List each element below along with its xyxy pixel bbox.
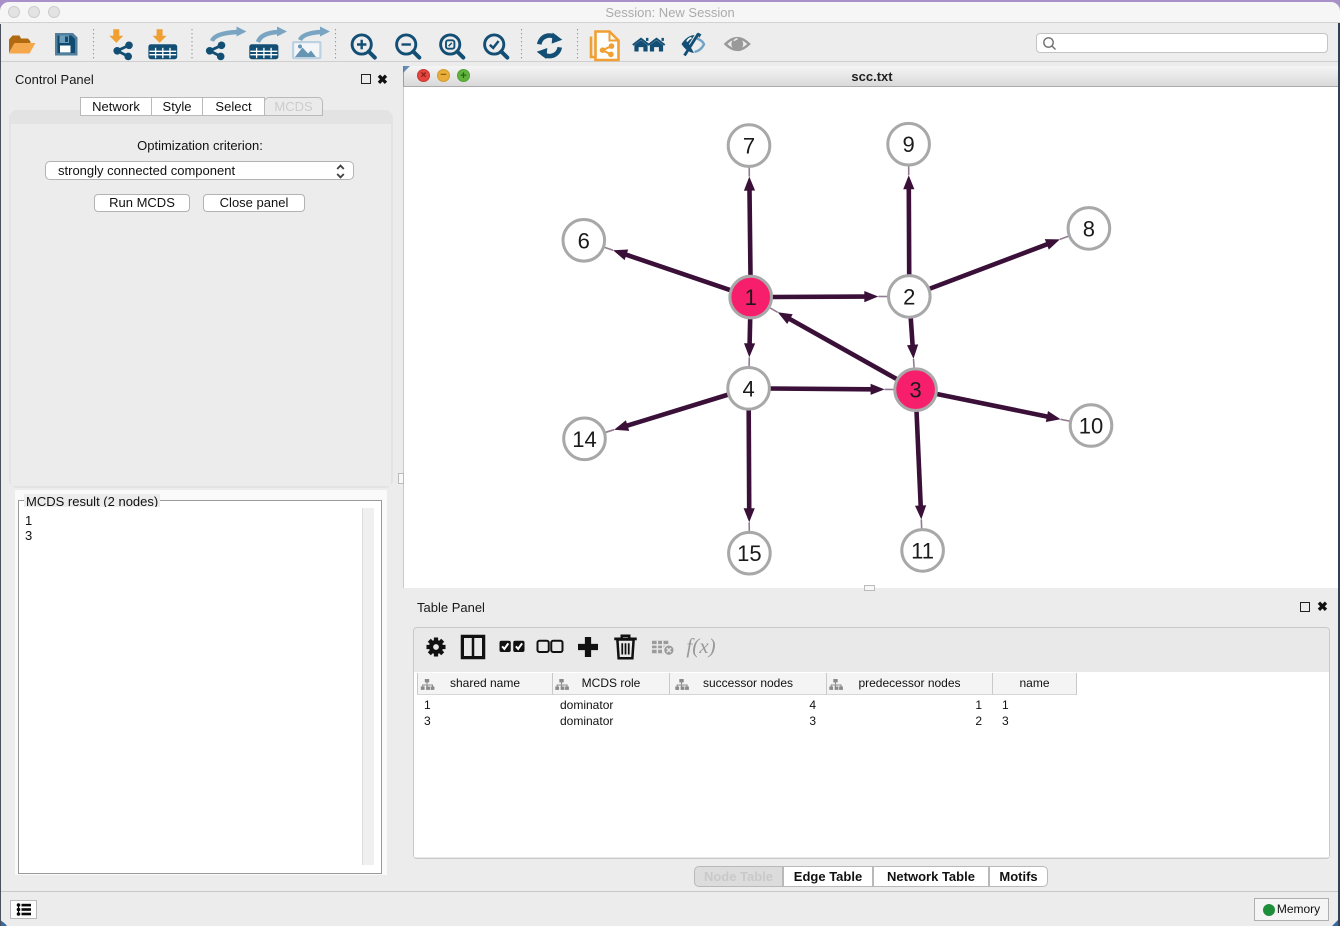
svg-text:14: 14 <box>572 427 596 452</box>
svg-text:8: 8 <box>1083 216 1095 241</box>
svg-text:7: 7 <box>743 134 755 159</box>
svg-text:3: 3 <box>909 378 921 403</box>
svg-text:15: 15 <box>737 541 761 566</box>
svg-text:4: 4 <box>742 376 754 401</box>
svg-text:6: 6 <box>578 228 590 253</box>
svg-text:11: 11 <box>911 538 934 563</box>
svg-text:9: 9 <box>902 132 914 157</box>
svg-text:10: 10 <box>1079 414 1103 439</box>
svg-text:1: 1 <box>745 285 757 310</box>
svg-text:2: 2 <box>903 284 915 309</box>
